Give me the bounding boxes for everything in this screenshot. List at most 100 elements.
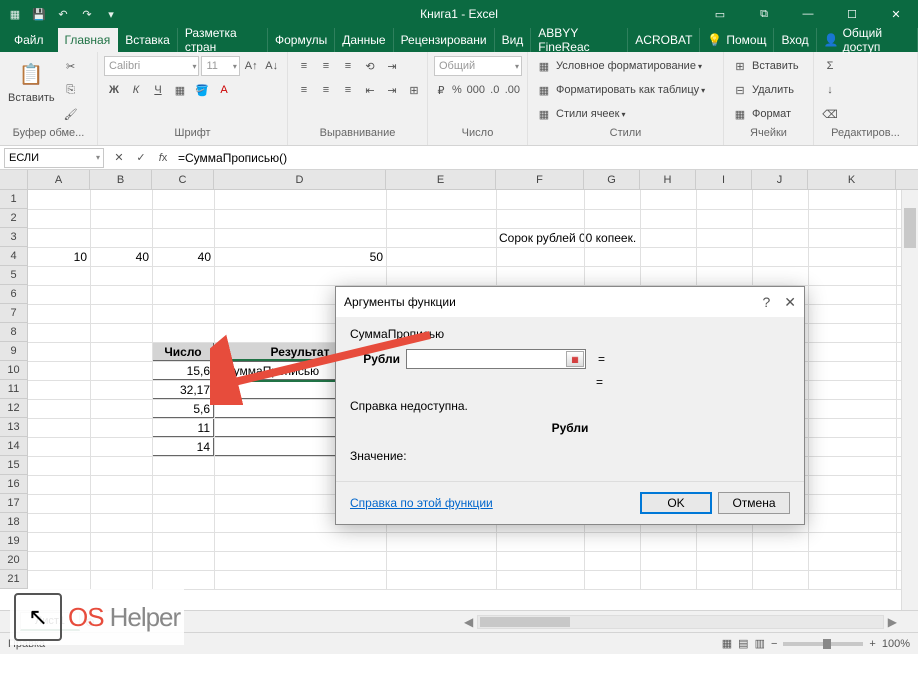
tab-home[interactable]: Главная	[58, 28, 119, 52]
tab-data[interactable]: Данные	[335, 28, 393, 52]
cell-styles-button[interactable]: ▦Стили ячеек▾	[534, 104, 705, 124]
row-2[interactable]: 2	[0, 209, 28, 228]
row-10[interactable]: 10	[0, 361, 28, 380]
align-bottom-icon[interactable]: ≡	[338, 56, 358, 76]
row-17[interactable]: 17	[0, 494, 28, 513]
number-format-combo[interactable]: Общий	[434, 56, 522, 76]
row-15[interactable]: 15	[0, 456, 28, 475]
hscroll-thumb[interactable]	[480, 617, 570, 627]
fill-icon[interactable]: ↓	[820, 80, 840, 100]
inc-decimal-icon[interactable]: .0	[488, 80, 502, 100]
row-14[interactable]: 14	[0, 437, 28, 456]
col-B[interactable]: B	[90, 170, 152, 189]
col-G[interactable]: G	[584, 170, 640, 189]
paste-button[interactable]: 📋 Вставить	[6, 56, 57, 106]
row-6[interactable]: 6	[0, 285, 28, 304]
underline-button[interactable]: Ч	[148, 80, 168, 100]
conditional-format-button[interactable]: ▦Условное форматирование▾	[534, 56, 705, 76]
autosum-icon[interactable]: Σ	[820, 56, 840, 76]
range-selector-icon[interactable]: ▦	[566, 351, 584, 367]
font-size-combo[interactable]: 11	[201, 56, 239, 76]
font-family-combo[interactable]: Calibri	[104, 56, 199, 76]
decrease-font-icon[interactable]: A↓	[262, 56, 281, 76]
scroll-thumb[interactable]	[904, 208, 916, 248]
col-I[interactable]: I	[696, 170, 752, 189]
clear-icon[interactable]: ⌫	[820, 104, 840, 124]
tab-acrobat[interactable]: ACROBAT	[628, 28, 700, 52]
cell-C14[interactable]: 14	[152, 437, 214, 456]
formula-input[interactable]	[174, 148, 918, 168]
row-1[interactable]: 1	[0, 190, 28, 209]
cell-C13[interactable]: 11	[152, 418, 214, 437]
enter-formula-icon[interactable]: ✓	[130, 148, 152, 168]
row-3[interactable]: 3	[0, 228, 28, 247]
format-cells-button[interactable]: ▦Формат	[730, 104, 799, 124]
cell-C12[interactable]: 5,6	[152, 399, 214, 418]
tell-me[interactable]: 💡Помощ	[700, 28, 774, 52]
share-button[interactable]: 👤Общий доступ	[817, 28, 918, 52]
tab-formulas[interactable]: Формулы	[268, 28, 335, 52]
tab-review[interactable]: Рецензировани	[394, 28, 495, 52]
currency-icon[interactable]: ₽	[434, 80, 448, 100]
row-11[interactable]: 11	[0, 380, 28, 399]
cut-icon[interactable]: ✂	[61, 56, 81, 76]
row-7[interactable]: 7	[0, 304, 28, 323]
cancel-button[interactable]: Отмена	[718, 492, 790, 514]
format-table-button[interactable]: ▦Форматировать как таблицу▾	[534, 80, 705, 100]
row-5[interactable]: 5	[0, 266, 28, 285]
col-J[interactable]: J	[752, 170, 808, 189]
cell-C10[interactable]: 15,6	[152, 361, 214, 380]
vertical-scrollbar[interactable]	[901, 190, 918, 610]
copy-icon[interactable]: ⎘	[61, 80, 81, 100]
dialog-close-icon[interactable]: ✕	[784, 294, 796, 311]
col-K[interactable]: K	[808, 170, 896, 189]
arg-input[interactable]: ▦	[406, 349, 586, 369]
comma-icon[interactable]: 000	[466, 80, 486, 100]
col-E[interactable]: E	[386, 170, 496, 189]
border-icon[interactable]: ▦	[170, 80, 190, 100]
row-8[interactable]: 8	[0, 323, 28, 342]
fx-icon[interactable]: fx	[152, 148, 174, 168]
undo-icon[interactable]: ↶	[54, 5, 72, 23]
zoom-level[interactable]: 100%	[882, 638, 910, 650]
format-painter-icon[interactable]: 🖌	[61, 104, 81, 124]
cell-B4[interactable]: 40	[90, 247, 152, 266]
tab-view[interactable]: Вид	[495, 28, 532, 52]
indent-inc-icon[interactable]: ⇥	[382, 80, 402, 100]
row-21[interactable]: 21	[0, 570, 28, 589]
tab-file[interactable]: Файл	[0, 28, 58, 52]
row-19[interactable]: 19	[0, 532, 28, 551]
ribbon-options-icon[interactable]: ▭	[698, 0, 742, 28]
font-color-icon[interactable]: A	[214, 80, 234, 100]
tab-abbyy[interactable]: ABBYY FineReac	[531, 28, 628, 52]
help-icon[interactable]: ⧉	[742, 0, 786, 28]
view-normal-icon[interactable]: ▦	[722, 637, 732, 650]
horizontal-scrollbar[interactable]: ◀ ▶	[460, 614, 901, 629]
increase-font-icon[interactable]: A↑	[242, 56, 261, 76]
percent-icon[interactable]: %	[450, 80, 464, 100]
insert-cells-button[interactable]: ⊞Вставить	[730, 56, 799, 76]
dialog-help-icon[interactable]: ?	[762, 294, 770, 311]
bold-button[interactable]: Ж	[104, 80, 124, 100]
cancel-formula-icon[interactable]: ✕	[108, 148, 130, 168]
merge-icon[interactable]: ⊞	[404, 80, 424, 100]
indent-dec-icon[interactable]: ⇤	[360, 80, 380, 100]
view-layout-icon[interactable]: ▤	[738, 637, 748, 650]
minimize-icon[interactable]: —	[786, 0, 830, 28]
dialog-titlebar[interactable]: Аргументы функции ? ✕	[336, 287, 804, 317]
italic-button[interactable]: К	[126, 80, 146, 100]
name-box[interactable]: ЕСЛИ	[4, 148, 104, 168]
login[interactable]: Вход	[774, 28, 816, 52]
row-9[interactable]: 9	[0, 342, 28, 361]
align-right-icon[interactable]: ≡	[338, 80, 358, 100]
qat-dropdown-icon[interactable]: ▾	[102, 5, 120, 23]
cell-D4[interactable]: 50	[214, 247, 386, 266]
col-D[interactable]: D	[214, 170, 386, 189]
tab-layout[interactable]: Разметка стран	[178, 28, 268, 52]
ok-button[interactable]: OK	[640, 492, 712, 514]
align-middle-icon[interactable]: ≡	[316, 56, 336, 76]
row-20[interactable]: 20	[0, 551, 28, 570]
cell-F3[interactable]: Сорок рублей 00 копеек.	[496, 228, 776, 247]
row-13[interactable]: 13	[0, 418, 28, 437]
scroll-left-icon[interactable]: ◀	[460, 615, 477, 629]
